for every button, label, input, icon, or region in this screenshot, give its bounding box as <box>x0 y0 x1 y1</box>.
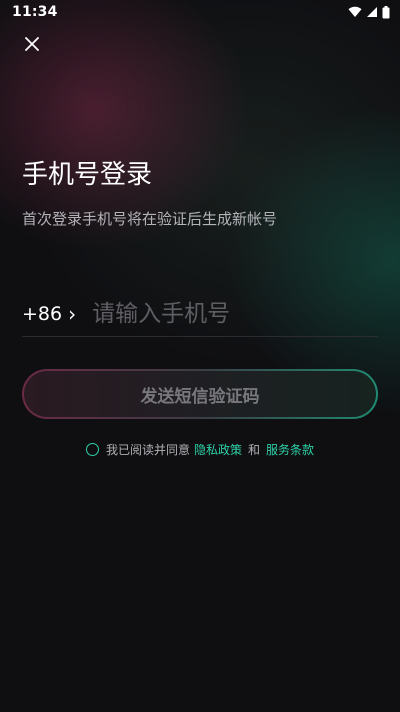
status-icons <box>348 5 390 19</box>
agreement-conjunction: 和 <box>248 443 261 457</box>
send-sms-code-button[interactable]: 发送短信验证码 <box>22 369 378 419</box>
agreement-prefix: 我已阅读并同意 <box>105 443 190 457</box>
phone-number-input[interactable] <box>92 301 353 327</box>
agreement-checkbox[interactable] <box>85 443 99 456</box>
chevron-right-icon: › <box>68 302 77 326</box>
country-code-selector[interactable]: +86 › <box>22 302 76 326</box>
signal-icon <box>367 7 377 17</box>
close-button[interactable] <box>20 32 44 56</box>
close-icon <box>25 37 39 51</box>
privacy-policy-link[interactable]: 隐私政策 <box>194 441 242 458</box>
wifi-icon <box>348 6 362 18</box>
page-subtitle: 首次登录手机号将在验证后生成新帐号 <box>22 210 278 228</box>
agreement-row: 我已阅读并同意 隐私政策 和 服务条款 <box>0 441 400 458</box>
phone-input-row: +86 › <box>22 292 378 337</box>
background-gradient <box>0 0 400 712</box>
terms-of-service-link[interactable]: 服务条款 <box>266 441 314 458</box>
status-bar: 11:34 <box>0 0 400 24</box>
page-title: 手机号登录 <box>22 160 153 190</box>
country-code-label: +86 <box>22 303 63 325</box>
status-time: 11:34 <box>12 4 58 20</box>
battery-icon <box>382 5 390 18</box>
send-sms-code-label: 发送短信验证码 <box>24 371 376 417</box>
